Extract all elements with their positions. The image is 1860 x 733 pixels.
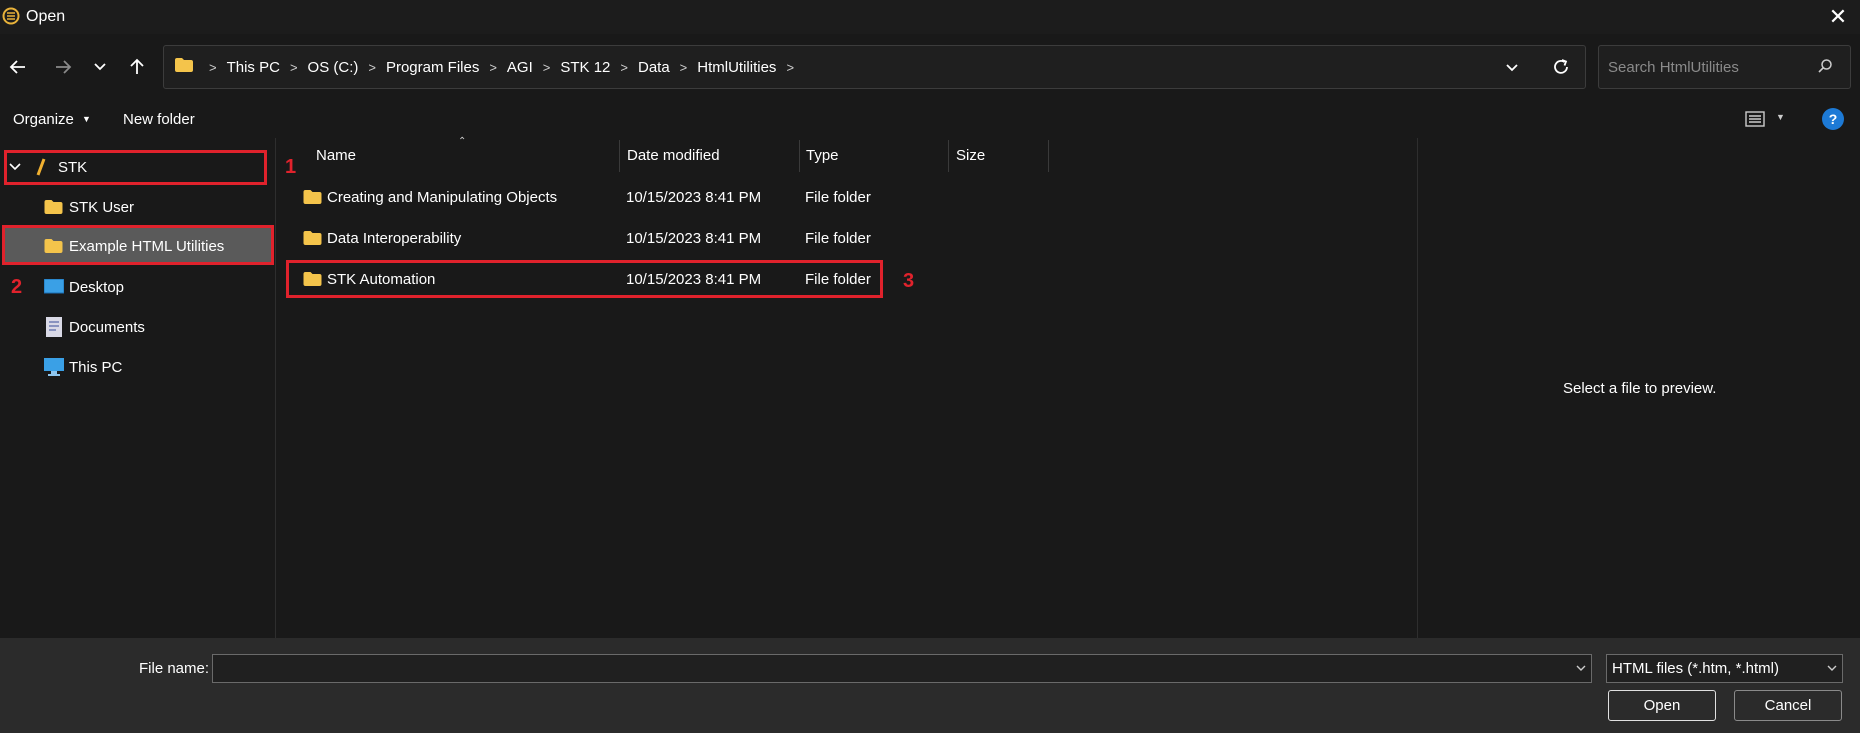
- file-type-value: HTML files (*.htm, *.html): [1612, 660, 1779, 677]
- window-title: Open: [26, 8, 66, 25]
- file-type: File folder: [805, 229, 871, 247]
- sidebar-item-stk-user[interactable]: STK User: [4, 188, 274, 226]
- annotation-label-3: 3: [903, 270, 915, 292]
- documents-icon: [46, 317, 62, 337]
- close-icon[interactable]: ✕: [1822, 2, 1854, 32]
- cancel-button[interactable]: Cancel: [1734, 690, 1842, 721]
- annotation-box-2: [2, 225, 274, 265]
- arrow-right-icon[interactable]: [48, 52, 78, 82]
- folder-icon: [303, 190, 322, 204]
- dialog-footer: [0, 638, 1860, 733]
- preview-message: Select a file to preview.: [1563, 380, 1717, 397]
- file-name-dropdown-icon[interactable]: [1575, 661, 1587, 678]
- folder-icon: [175, 58, 193, 72]
- title-bar: [0, 0, 1860, 34]
- sidebar-item-label: STK User: [69, 198, 135, 216]
- arrow-up-icon[interactable]: [122, 52, 152, 82]
- file-name: Creating and Manipulating Objects: [327, 188, 558, 206]
- table-row[interactable]: Creating and Manipulating Objects 10/15/…: [288, 177, 1408, 217]
- computer-icon: [44, 358, 64, 376]
- view-dropdown-icon[interactable]: ▼: [1776, 112, 1785, 122]
- sidebar-item-label: This PC: [69, 358, 123, 376]
- organize-button[interactable]: Organize ▼: [13, 111, 91, 128]
- column-header-name[interactable]: Name: [316, 147, 356, 164]
- crumb-this-pc[interactable]: This PC: [227, 59, 280, 76]
- column-header-type[interactable]: Type: [806, 147, 839, 164]
- file-date: 10/15/2023 8:41 PM: [626, 188, 762, 206]
- sidebar-item-desktop[interactable]: Desktop: [4, 268, 274, 306]
- search-icon[interactable]: [1817, 58, 1833, 78]
- sort-ascending-icon: ⌃: [458, 136, 467, 147]
- crumb-program-files[interactable]: Program Files: [386, 59, 479, 76]
- crumb-stk-12[interactable]: STK 12: [560, 59, 610, 76]
- file-date: 10/15/2023 8:41 PM: [626, 229, 762, 247]
- annotation-box-3: [286, 260, 883, 298]
- column-divider[interactable]: [619, 140, 620, 172]
- sidebar-item-label: Desktop: [69, 278, 125, 296]
- breadcrumb: > This PC > OS (C:) > Program Files > AG…: [209, 58, 795, 76]
- crumb-os-c[interactable]: OS (C:): [308, 59, 359, 76]
- crumb-agi[interactable]: AGI: [507, 59, 533, 76]
- folder-icon: [44, 200, 63, 214]
- sidebar-item-this-pc[interactable]: This PC: [4, 348, 274, 386]
- search-placeholder: Search HtmlUtilities: [1608, 59, 1739, 76]
- arrow-left-icon[interactable]: [3, 52, 33, 82]
- caret-down-icon: ▼: [82, 114, 91, 124]
- column-divider[interactable]: [948, 140, 949, 172]
- file-name: Data Interoperability: [327, 229, 462, 247]
- file-type: File folder: [805, 188, 871, 206]
- command-bar: [0, 102, 1860, 138]
- folder-icon: [303, 231, 322, 245]
- annotation-box-1: [4, 150, 267, 185]
- open-button[interactable]: Open: [1608, 690, 1716, 721]
- file-name-label: File name:: [139, 660, 210, 677]
- stk-app-icon: [2, 7, 20, 25]
- column-divider[interactable]: [1048, 140, 1049, 172]
- column-header-size[interactable]: Size: [956, 147, 985, 164]
- file-name-field[interactable]: [212, 654, 1592, 683]
- refresh-icon[interactable]: [1551, 57, 1571, 77]
- organize-label: Organize: [13, 111, 74, 128]
- new-folder-button[interactable]: New folder: [123, 111, 195, 128]
- view-options-icon[interactable]: [1745, 110, 1767, 132]
- crumb-htmlutilities[interactable]: HtmlUtilities: [697, 59, 776, 76]
- column-divider[interactable]: [799, 140, 800, 172]
- sidebar-item-label: Documents: [69, 318, 145, 336]
- annotation-label-1: 1: [285, 156, 297, 178]
- address-dropdown-icon[interactable]: [1503, 58, 1523, 78]
- desktop-icon: [44, 279, 64, 294]
- column-header-date-modified[interactable]: Date modified: [627, 147, 720, 164]
- sidebar-item-documents[interactable]: Documents: [4, 308, 274, 346]
- annotation-label-2: 2: [11, 276, 23, 298]
- file-type-dropdown-icon[interactable]: [1826, 661, 1838, 678]
- crumb-data[interactable]: Data: [638, 59, 670, 76]
- chevron-down-icon[interactable]: [85, 52, 115, 82]
- table-row[interactable]: Data Interoperability 10/15/2023 8:41 PM…: [288, 218, 1408, 258]
- help-icon[interactable]: ?: [1822, 108, 1844, 130]
